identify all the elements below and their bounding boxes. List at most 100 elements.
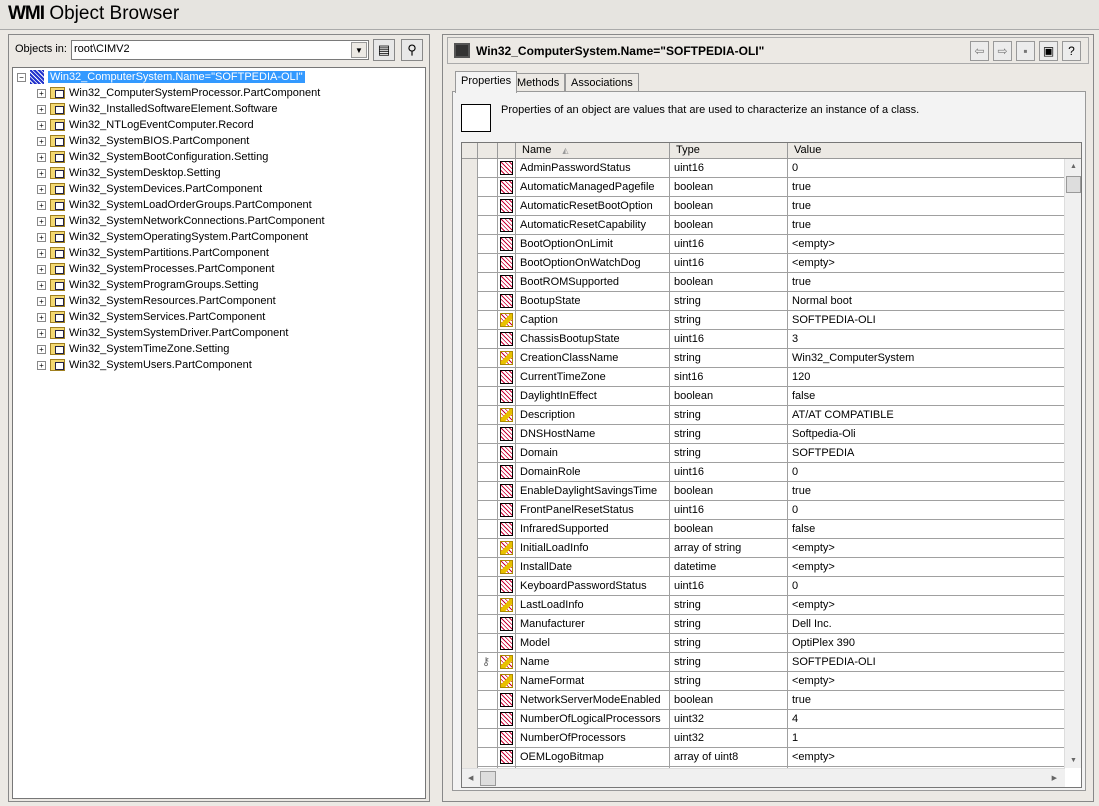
forward-arrow-button[interactable]: ⇨	[993, 41, 1012, 61]
tab-methods[interactable]: Methods	[511, 73, 566, 92]
row-selector[interactable]	[462, 463, 478, 482]
vertical-scroll-thumb[interactable]	[1066, 176, 1081, 193]
property-row[interactable]: AdminPasswordStatus uint16 0	[462, 159, 1065, 178]
property-row[interactable]: BootupState string Normal boot	[462, 292, 1065, 311]
tree-item[interactable]: + Win32_SystemUsers.PartComponent	[37, 357, 252, 373]
properties-grid[interactable]: Name ◭ Type Value AdminPasswordStatus uin…	[461, 142, 1082, 788]
view-instances-button[interactable]: ▣	[1039, 41, 1058, 61]
property-value[interactable]: 3	[788, 330, 1065, 349]
row-selector[interactable]	[462, 748, 478, 767]
property-row[interactable]: BootOptionOnLimit uint16 <empty>	[462, 235, 1065, 254]
property-row[interactable]: AutomaticResetCapability boolean true	[462, 216, 1065, 235]
tree-item[interactable]: + Win32_ComputerSystemProcessor.PartCompo…	[37, 85, 320, 101]
row-selector[interactable]	[462, 634, 478, 653]
property-value[interactable]: true	[788, 178, 1065, 197]
vertical-scrollbar[interactable]: ▲ ▼	[1064, 159, 1081, 768]
row-selector[interactable]	[462, 501, 478, 520]
property-value[interactable]: 0	[788, 463, 1065, 482]
row-selector[interactable]	[462, 482, 478, 501]
scroll-left-icon[interactable]: ◀	[468, 774, 473, 782]
tree-item[interactable]: + Win32_SystemProgramGroups.Setting	[37, 277, 259, 293]
property-row[interactable]: DomainRole uint16 0	[462, 463, 1065, 482]
tree-item[interactable]: + Win32_SystemDesktop.Setting	[37, 165, 221, 181]
row-selector[interactable]	[462, 577, 478, 596]
collapse-icon[interactable]: −	[17, 72, 26, 82]
property-row[interactable]: CreationClassName string Win32_ComputerSys…	[462, 349, 1065, 368]
property-value[interactable]: Normal boot	[788, 292, 1065, 311]
scroll-up-icon[interactable]: ▲	[1070, 163, 1077, 170]
property-row[interactable]: Model string OptiPlex 390	[462, 634, 1065, 653]
expand-icon[interactable]: +	[37, 200, 46, 210]
property-row[interactable]: ChassisBootupState uint16 3	[462, 330, 1065, 349]
property-value[interactable]: OptiPlex 390	[788, 634, 1065, 653]
row-selector[interactable]	[462, 197, 478, 216]
tree-item[interactable]: + Win32_SystemServices.PartComponent	[37, 309, 265, 325]
back-arrow-button[interactable]: ⇦	[970, 41, 989, 61]
select-all-header[interactable]	[462, 143, 478, 159]
property-value[interactable]: <empty>	[788, 596, 1065, 615]
property-row[interactable]: FrontPanelResetStatus uint16 0	[462, 501, 1065, 520]
row-selector[interactable]	[462, 178, 478, 197]
expand-icon[interactable]: +	[37, 120, 46, 130]
property-value[interactable]: 4	[788, 710, 1065, 729]
row-selector[interactable]	[462, 292, 478, 311]
row-selector[interactable]	[462, 425, 478, 444]
property-row[interactable]: Manufacturer string Dell Inc.	[462, 615, 1065, 634]
expand-icon[interactable]: +	[37, 312, 46, 322]
tree-item[interactable]: + Win32_SystemSystemDriver.PartComponent	[37, 325, 288, 341]
find-button[interactable]: ⚲	[401, 39, 423, 61]
expand-icon[interactable]: +	[37, 360, 46, 370]
horizontal-scroll-thumb[interactable]	[480, 771, 496, 786]
horizontal-scrollbar[interactable]: ◀ ▶	[462, 768, 1065, 787]
row-selector[interactable]	[462, 216, 478, 235]
property-value[interactable]: false	[788, 387, 1065, 406]
property-row[interactable]: CurrentTimeZone sint16 120	[462, 368, 1065, 387]
row-selector[interactable]	[462, 444, 478, 463]
tree-item[interactable]: + Win32_SystemOperatingSystem.PartCompone…	[37, 229, 308, 245]
tree-item[interactable]: + Win32_SystemDevices.PartComponent	[37, 181, 262, 197]
expand-icon[interactable]: +	[37, 328, 46, 338]
expand-icon[interactable]: +	[37, 232, 46, 242]
expand-icon[interactable]: +	[37, 88, 46, 98]
property-row[interactable]: ⚷ Name string SOFTPEDIA-OLI	[462, 653, 1065, 672]
tree-item[interactable]: + Win32_NTLogEventComputer.Record	[37, 117, 254, 133]
column-header-type[interactable]: Type	[670, 143, 788, 159]
property-value[interactable]: 1	[788, 729, 1065, 748]
row-selector[interactable]	[462, 387, 478, 406]
tree-item[interactable]: + Win32_SystemProcesses.PartComponent	[37, 261, 274, 277]
property-row[interactable]: NumberOfProcessors uint32 1	[462, 729, 1065, 748]
property-value[interactable]: false	[788, 520, 1065, 539]
expand-icon[interactable]: +	[37, 184, 46, 194]
row-selector[interactable]	[462, 273, 478, 292]
property-value[interactable]: true	[788, 691, 1065, 710]
property-value[interactable]: <empty>	[788, 254, 1065, 273]
row-selector[interactable]	[462, 672, 478, 691]
property-value[interactable]: Win32_ComputerSystem	[788, 349, 1065, 368]
property-value[interactable]: Softpedia-Oli	[788, 425, 1065, 444]
tree-item[interactable]: + Win32_SystemPartitions.PartComponent	[37, 245, 269, 261]
object-tree[interactable]: − Win32_ComputerSystem.Name="SOFTPEDIA-OL…	[12, 67, 426, 799]
row-selector[interactable]	[462, 710, 478, 729]
column-header-name[interactable]: Name ◭	[516, 143, 670, 159]
tree-item[interactable]: + Win32_InstalledSoftwareElement.Software	[37, 101, 278, 117]
expand-icon[interactable]: +	[37, 152, 46, 162]
property-value[interactable]: 0	[788, 159, 1065, 178]
scroll-right-icon[interactable]: ▶	[1052, 774, 1057, 782]
tree-item[interactable]: + Win32_SystemBIOS.PartComponent	[37, 133, 249, 149]
property-row[interactable]: OEMLogoBitmap array of uint8 <empty>	[462, 748, 1065, 767]
row-selector[interactable]	[462, 406, 478, 425]
property-value[interactable]: 120	[788, 368, 1065, 387]
property-value[interactable]: AT/AT COMPATIBLE	[788, 406, 1065, 425]
property-row[interactable]: KeyboardPasswordStatus uint16 0	[462, 577, 1065, 596]
row-selector[interactable]	[462, 368, 478, 387]
row-selector[interactable]	[462, 615, 478, 634]
property-value[interactable]: 0	[788, 577, 1065, 596]
tab-properties[interactable]: Properties	[455, 71, 518, 93]
property-value[interactable]: true	[788, 197, 1065, 216]
property-row[interactable]: NameFormat string <empty>	[462, 672, 1065, 691]
tree-item[interactable]: + Win32_SystemNetworkConnections.PartComp…	[37, 213, 325, 229]
tree-item[interactable]: + Win32_SystemTimeZone.Setting	[37, 341, 229, 357]
row-selector[interactable]	[462, 254, 478, 273]
property-value[interactable]: Dell Inc.	[788, 615, 1065, 634]
property-row[interactable]: EnableDaylightSavingsTime boolean true	[462, 482, 1065, 501]
